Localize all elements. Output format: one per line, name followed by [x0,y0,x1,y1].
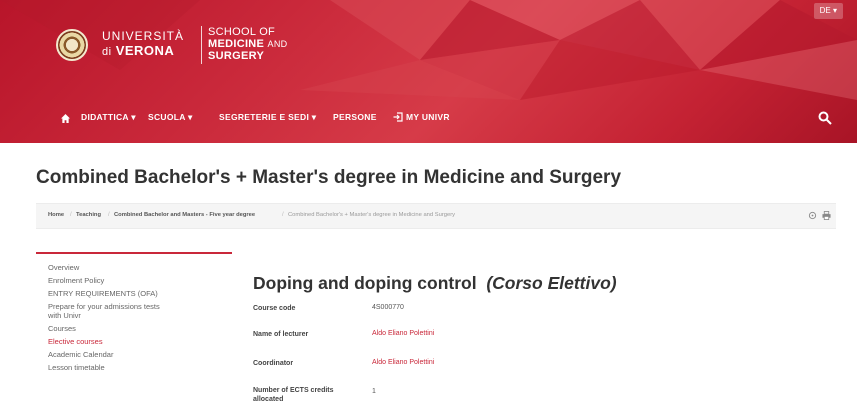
sidebar-item-lesson-timetable[interactable]: Lesson timetable [48,363,105,373]
print-icon[interactable] [822,211,831,220]
lecturer-label: Name of lecturer [253,331,309,338]
search-icon[interactable] [818,111,832,125]
main-nav: DIDATTICA ▾ SCUOLA ▾ SEGRETERIE E SEDI ▾… [0,104,857,134]
breadcrumb-separator: / [108,212,110,218]
school-line-3: SURGERY [208,50,265,62]
language-selector[interactable]: DE ▾ [813,3,843,19]
ects-credits-label-line2: allocated [253,396,284,403]
page-title: Combined Bachelor's + Master's degree in… [36,167,622,188]
course-code-value: 4S000770 [372,304,404,311]
breadcrumb-home[interactable]: Home [48,212,64,218]
ects-credits-value: 1 [372,388,376,395]
sidebar-item-elective-courses[interactable]: Elective courses [48,337,103,347]
breadcrumb-degree-type[interactable]: Combined Bachelor and Masters - Five yea… [114,212,255,218]
course-code-label: Course code [253,305,296,312]
breadcrumb-teaching[interactable]: Teaching [76,212,101,218]
home-icon[interactable] [61,114,70,123]
logo-divider [201,26,202,64]
login-icon[interactable] [393,112,403,122]
nav-scuola[interactable]: SCUOLA ▾ [148,112,193,123]
breadcrumb: Home / Teaching / Combined Bachelor and … [36,203,836,229]
university-seal-logo[interactable] [56,29,88,61]
course-title: Doping and doping control (Corso Elettiv… [253,273,617,293]
breadcrumb-separator: / [70,212,72,218]
sidebar-item-enrolment-policy[interactable]: Enrolment Policy [48,276,104,286]
nav-segreterie-e-sedi[interactable]: SEGRETERIE E SEDI ▾ [219,112,316,123]
sidebar-accent-bar [36,252,232,254]
logo-line-2: di VERONA [102,43,175,58]
logo-line-1: UNIVERSITÀ [102,29,185,43]
lecturer-link[interactable]: Aldo Eliano Polettini [372,330,434,337]
site-header: DE ▾ UNIVERSITÀ di VERONA SCHOOL OF MEDI… [0,0,857,143]
nav-my-univr[interactable]: MY UNIVR [406,112,450,122]
school-line-1: SCHOOL OF [208,26,276,38]
coordinator-label: Coordinator [253,360,294,367]
sidebar-item-entry-requirements[interactable]: ENTRY REQUIREMENTS (OFA) [48,289,158,299]
sidebar-item-overview[interactable]: Overview [48,263,79,273]
nav-persone[interactable]: PERSONE [333,112,377,122]
coordinator-link[interactable]: Aldo Eliano Polettini [372,359,434,366]
nav-didattica[interactable]: DIDATTICA ▾ [81,112,136,123]
university-logo-text[interactable]: UNIVERSITÀ di VERONA [102,30,184,58]
breadcrumb-separator: / [282,212,284,218]
share-icon[interactable] [808,211,817,220]
sidebar-item-admissions-tests-line2[interactable]: with Univr [48,311,81,321]
school-line-2: MEDICINE AND [208,38,288,50]
school-logo-text[interactable]: SCHOOL OF MEDICINE AND SURGERY [208,26,287,62]
sidebar-item-academic-calendar[interactable]: Academic Calendar [48,350,113,360]
breadcrumb-current: Combined Bachelor's + Master's degree in… [288,212,456,218]
sidebar-item-courses[interactable]: Courses [48,324,76,334]
